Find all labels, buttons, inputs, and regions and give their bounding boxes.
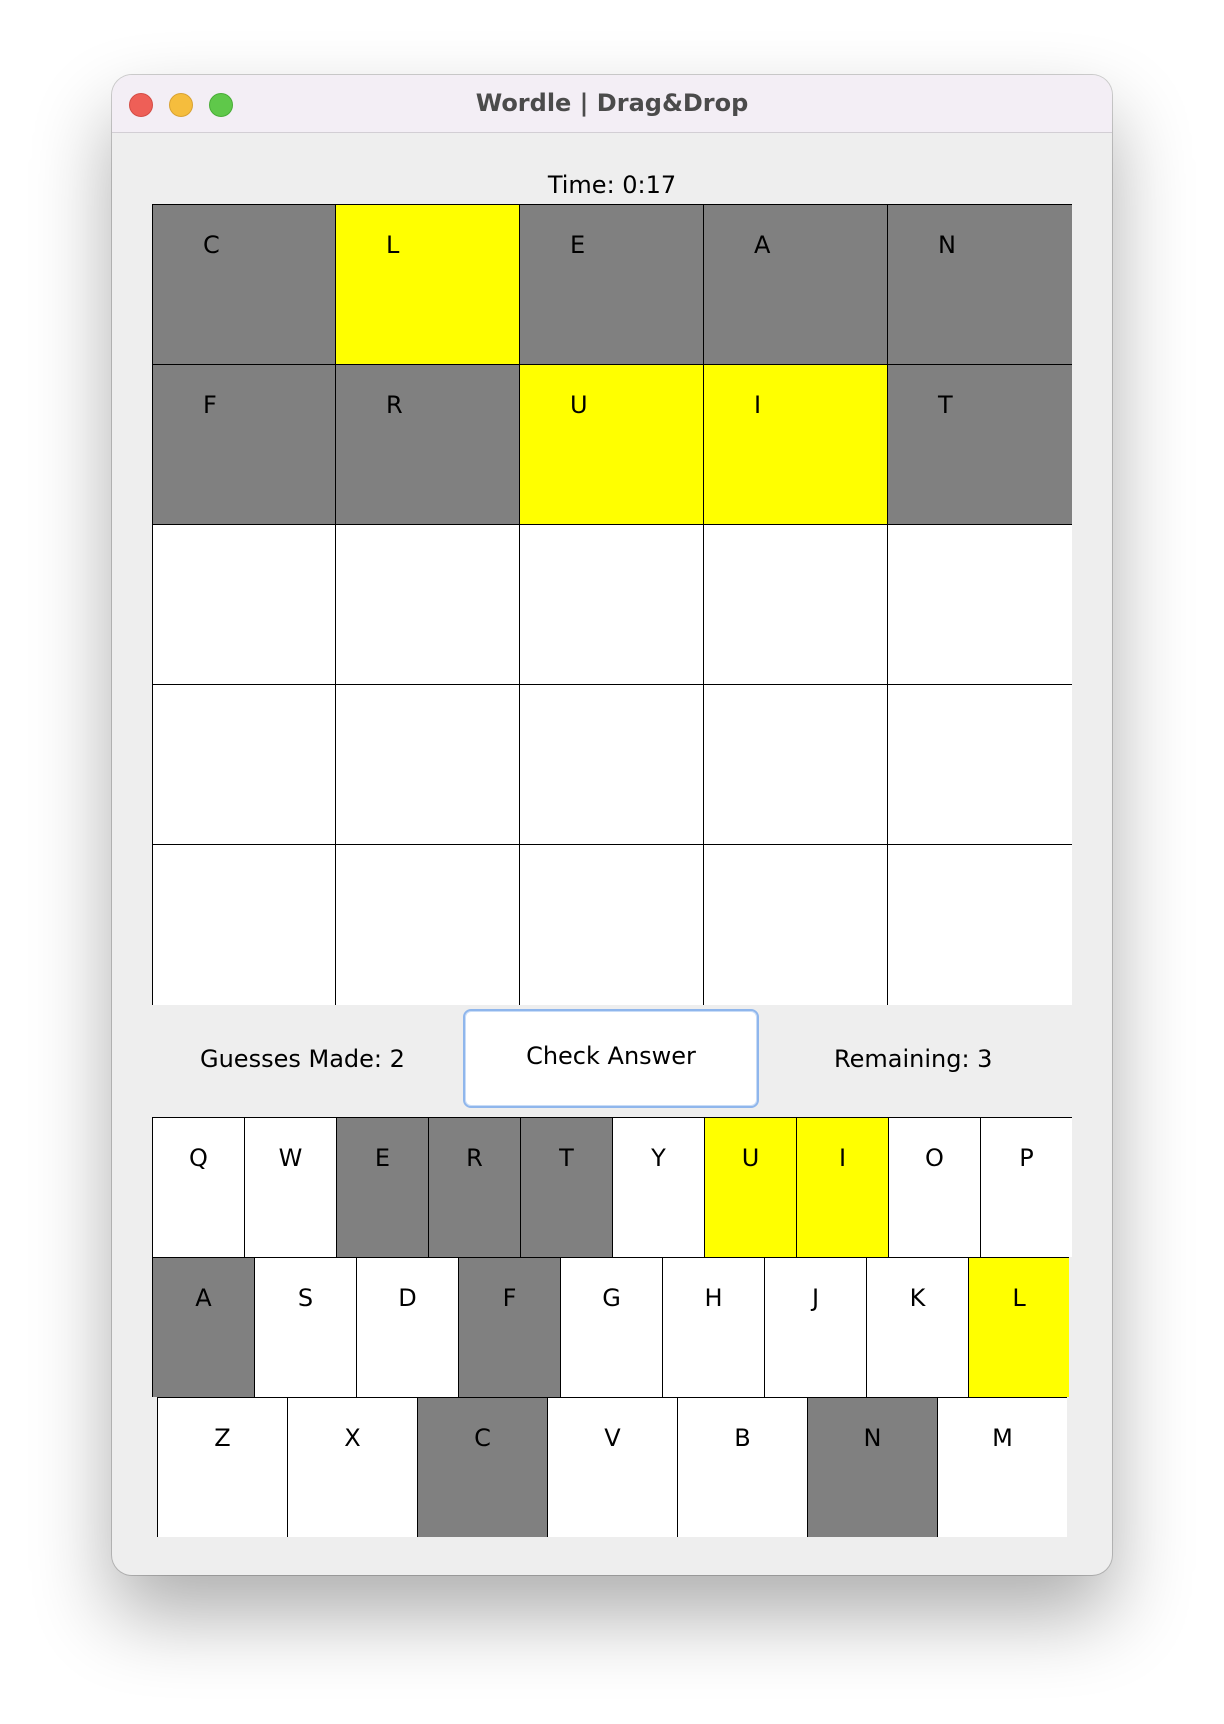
board-cell[interactable]: R: [336, 365, 520, 525]
board-cell-letter: N: [938, 231, 956, 259]
board-cell[interactable]: N: [888, 205, 1072, 365]
board-cell[interactable]: U: [520, 365, 704, 525]
key-a[interactable]: A: [152, 1257, 254, 1397]
key-label: Y: [651, 1144, 666, 1172]
key-f[interactable]: F: [458, 1257, 560, 1397]
key-label: N: [863, 1424, 882, 1452]
board-cell[interactable]: [888, 525, 1072, 685]
key-h[interactable]: H: [662, 1257, 764, 1397]
key-label: F: [502, 1284, 517, 1312]
board-cell[interactable]: [704, 845, 888, 1005]
key-r[interactable]: R: [428, 1117, 520, 1257]
board-cell-letter: F: [203, 391, 217, 419]
key-label: H: [704, 1284, 723, 1312]
board-cell[interactable]: A: [704, 205, 888, 365]
key-label: T: [559, 1144, 574, 1172]
key-label: S: [297, 1284, 314, 1312]
board-cell[interactable]: [336, 685, 520, 845]
key-label: M: [992, 1424, 1013, 1452]
key-label: E: [374, 1144, 391, 1172]
key-j[interactable]: J: [764, 1257, 866, 1397]
key-x[interactable]: X: [287, 1397, 417, 1537]
key-label: X: [344, 1424, 361, 1452]
key-z[interactable]: Z: [157, 1397, 287, 1537]
remaining-label: Remaining: 3: [834, 1045, 993, 1073]
board-cell[interactable]: [152, 685, 336, 845]
guess-board: C L E A N F R U I T: [152, 204, 1072, 1005]
key-p[interactable]: P: [980, 1117, 1072, 1257]
board-cell-letter: T: [938, 391, 953, 419]
keyboard-row-2: ASDFGHJKL: [152, 1257, 1069, 1397]
key-k[interactable]: K: [866, 1257, 968, 1397]
key-label: I: [838, 1144, 847, 1172]
key-l[interactable]: L: [968, 1257, 1069, 1397]
key-n[interactable]: N: [807, 1397, 937, 1537]
title-bar[interactable]: Wordle | Drag&Drop: [112, 75, 1112, 133]
window-title: Wordle | Drag&Drop: [475, 89, 749, 117]
key-b[interactable]: B: [677, 1397, 807, 1537]
key-label: W: [278, 1144, 303, 1172]
key-label: C: [474, 1424, 491, 1452]
check-answer-button[interactable]: Check Answer: [463, 1009, 759, 1108]
key-label: K: [909, 1284, 926, 1312]
board-cell[interactable]: E: [520, 205, 704, 365]
key-label: O: [925, 1144, 944, 1172]
board-cell-letter: A: [754, 231, 771, 259]
board-cell[interactable]: T: [888, 365, 1072, 525]
key-c[interactable]: C: [417, 1397, 547, 1537]
board-cell[interactable]: [520, 685, 704, 845]
board-cell-letter: R: [386, 391, 403, 419]
key-label: V: [604, 1424, 621, 1452]
key-m[interactable]: M: [937, 1397, 1067, 1537]
board-cell[interactable]: I: [704, 365, 888, 525]
key-label: Q: [189, 1144, 208, 1172]
app-window: Wordle | Drag&Drop Time: 0:17 C L E A N F R U I T…: [112, 75, 1112, 1575]
timer-label: Time: 0:17: [547, 171, 677, 199]
key-e[interactable]: E: [336, 1117, 428, 1257]
board-cell-letter: E: [570, 231, 586, 259]
board-cell[interactable]: [336, 845, 520, 1005]
board-cell[interactable]: [152, 525, 336, 685]
board-cell[interactable]: C: [152, 205, 336, 365]
key-label: P: [1019, 1144, 1034, 1172]
key-label: R: [466, 1144, 483, 1172]
board-cell[interactable]: [152, 845, 336, 1005]
board-cell[interactable]: [704, 525, 888, 685]
board-cell[interactable]: [520, 845, 704, 1005]
key-t[interactable]: T: [520, 1117, 612, 1257]
key-label: B: [734, 1424, 751, 1452]
key-s[interactable]: S: [254, 1257, 356, 1397]
key-w[interactable]: W: [244, 1117, 336, 1257]
board-cell-letter: C: [203, 231, 220, 259]
key-g[interactable]: G: [560, 1257, 662, 1397]
key-u[interactable]: U: [704, 1117, 796, 1257]
board-cell[interactable]: [336, 525, 520, 685]
key-v[interactable]: V: [547, 1397, 677, 1537]
keyboard-row-1: QWERTYUIOP: [152, 1117, 1072, 1257]
board-cell-letter: L: [386, 231, 400, 259]
key-q[interactable]: Q: [152, 1117, 244, 1257]
key-label: Z: [214, 1424, 231, 1452]
key-label: D: [398, 1284, 417, 1312]
key-i[interactable]: I: [796, 1117, 888, 1257]
guesses-made-label: Guesses Made: 2: [200, 1045, 405, 1073]
key-label: G: [602, 1284, 621, 1312]
board-cell[interactable]: [704, 685, 888, 845]
board-cell[interactable]: L: [336, 205, 520, 365]
key-label: A: [195, 1284, 212, 1312]
keyboard-row-3: ZXCVBNM: [157, 1397, 1067, 1537]
board-cell[interactable]: F: [152, 365, 336, 525]
board-cell[interactable]: [520, 525, 704, 685]
key-label: U: [741, 1144, 760, 1172]
key-label: L: [1012, 1284, 1026, 1312]
board-cell-letter: I: [754, 391, 762, 419]
key-o[interactable]: O: [888, 1117, 980, 1257]
key-label: J: [811, 1284, 820, 1312]
board-cell[interactable]: [888, 685, 1072, 845]
key-y[interactable]: Y: [612, 1117, 704, 1257]
key-d[interactable]: D: [356, 1257, 458, 1397]
board-cell[interactable]: [888, 845, 1072, 1005]
board-cell-letter: U: [570, 391, 588, 419]
